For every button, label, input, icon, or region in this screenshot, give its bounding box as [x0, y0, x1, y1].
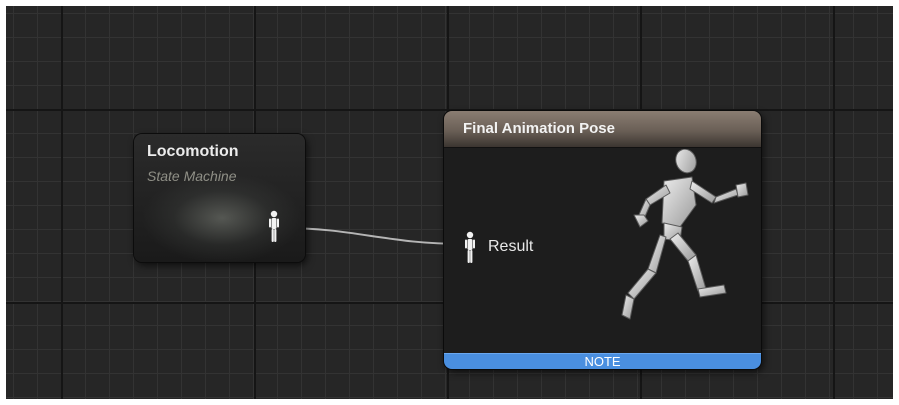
pose-pin-icon[interactable]	[268, 210, 280, 244]
node-title: Final Animation Pose	[463, 120, 615, 137]
node-title: Locomotion	[147, 143, 239, 160]
final-animation-pose-node[interactable]: Final Animation Pose Result NOTE	[444, 111, 761, 369]
anim-graph-canvas[interactable]: Locomotion State Machine Final Animation…	[6, 6, 893, 399]
note-bar[interactable]: NOTE	[444, 353, 761, 369]
running-mannequin-icon	[621, 149, 749, 320]
locomotion-node[interactable]: Locomotion State Machine	[134, 134, 305, 262]
pose-pin-icon[interactable]	[464, 231, 476, 265]
node-subtitle: State Machine	[147, 168, 237, 184]
note-label: NOTE	[584, 354, 621, 369]
result-pin-label: Result	[488, 238, 534, 255]
node-header: Final Animation Pose	[444, 111, 761, 148]
